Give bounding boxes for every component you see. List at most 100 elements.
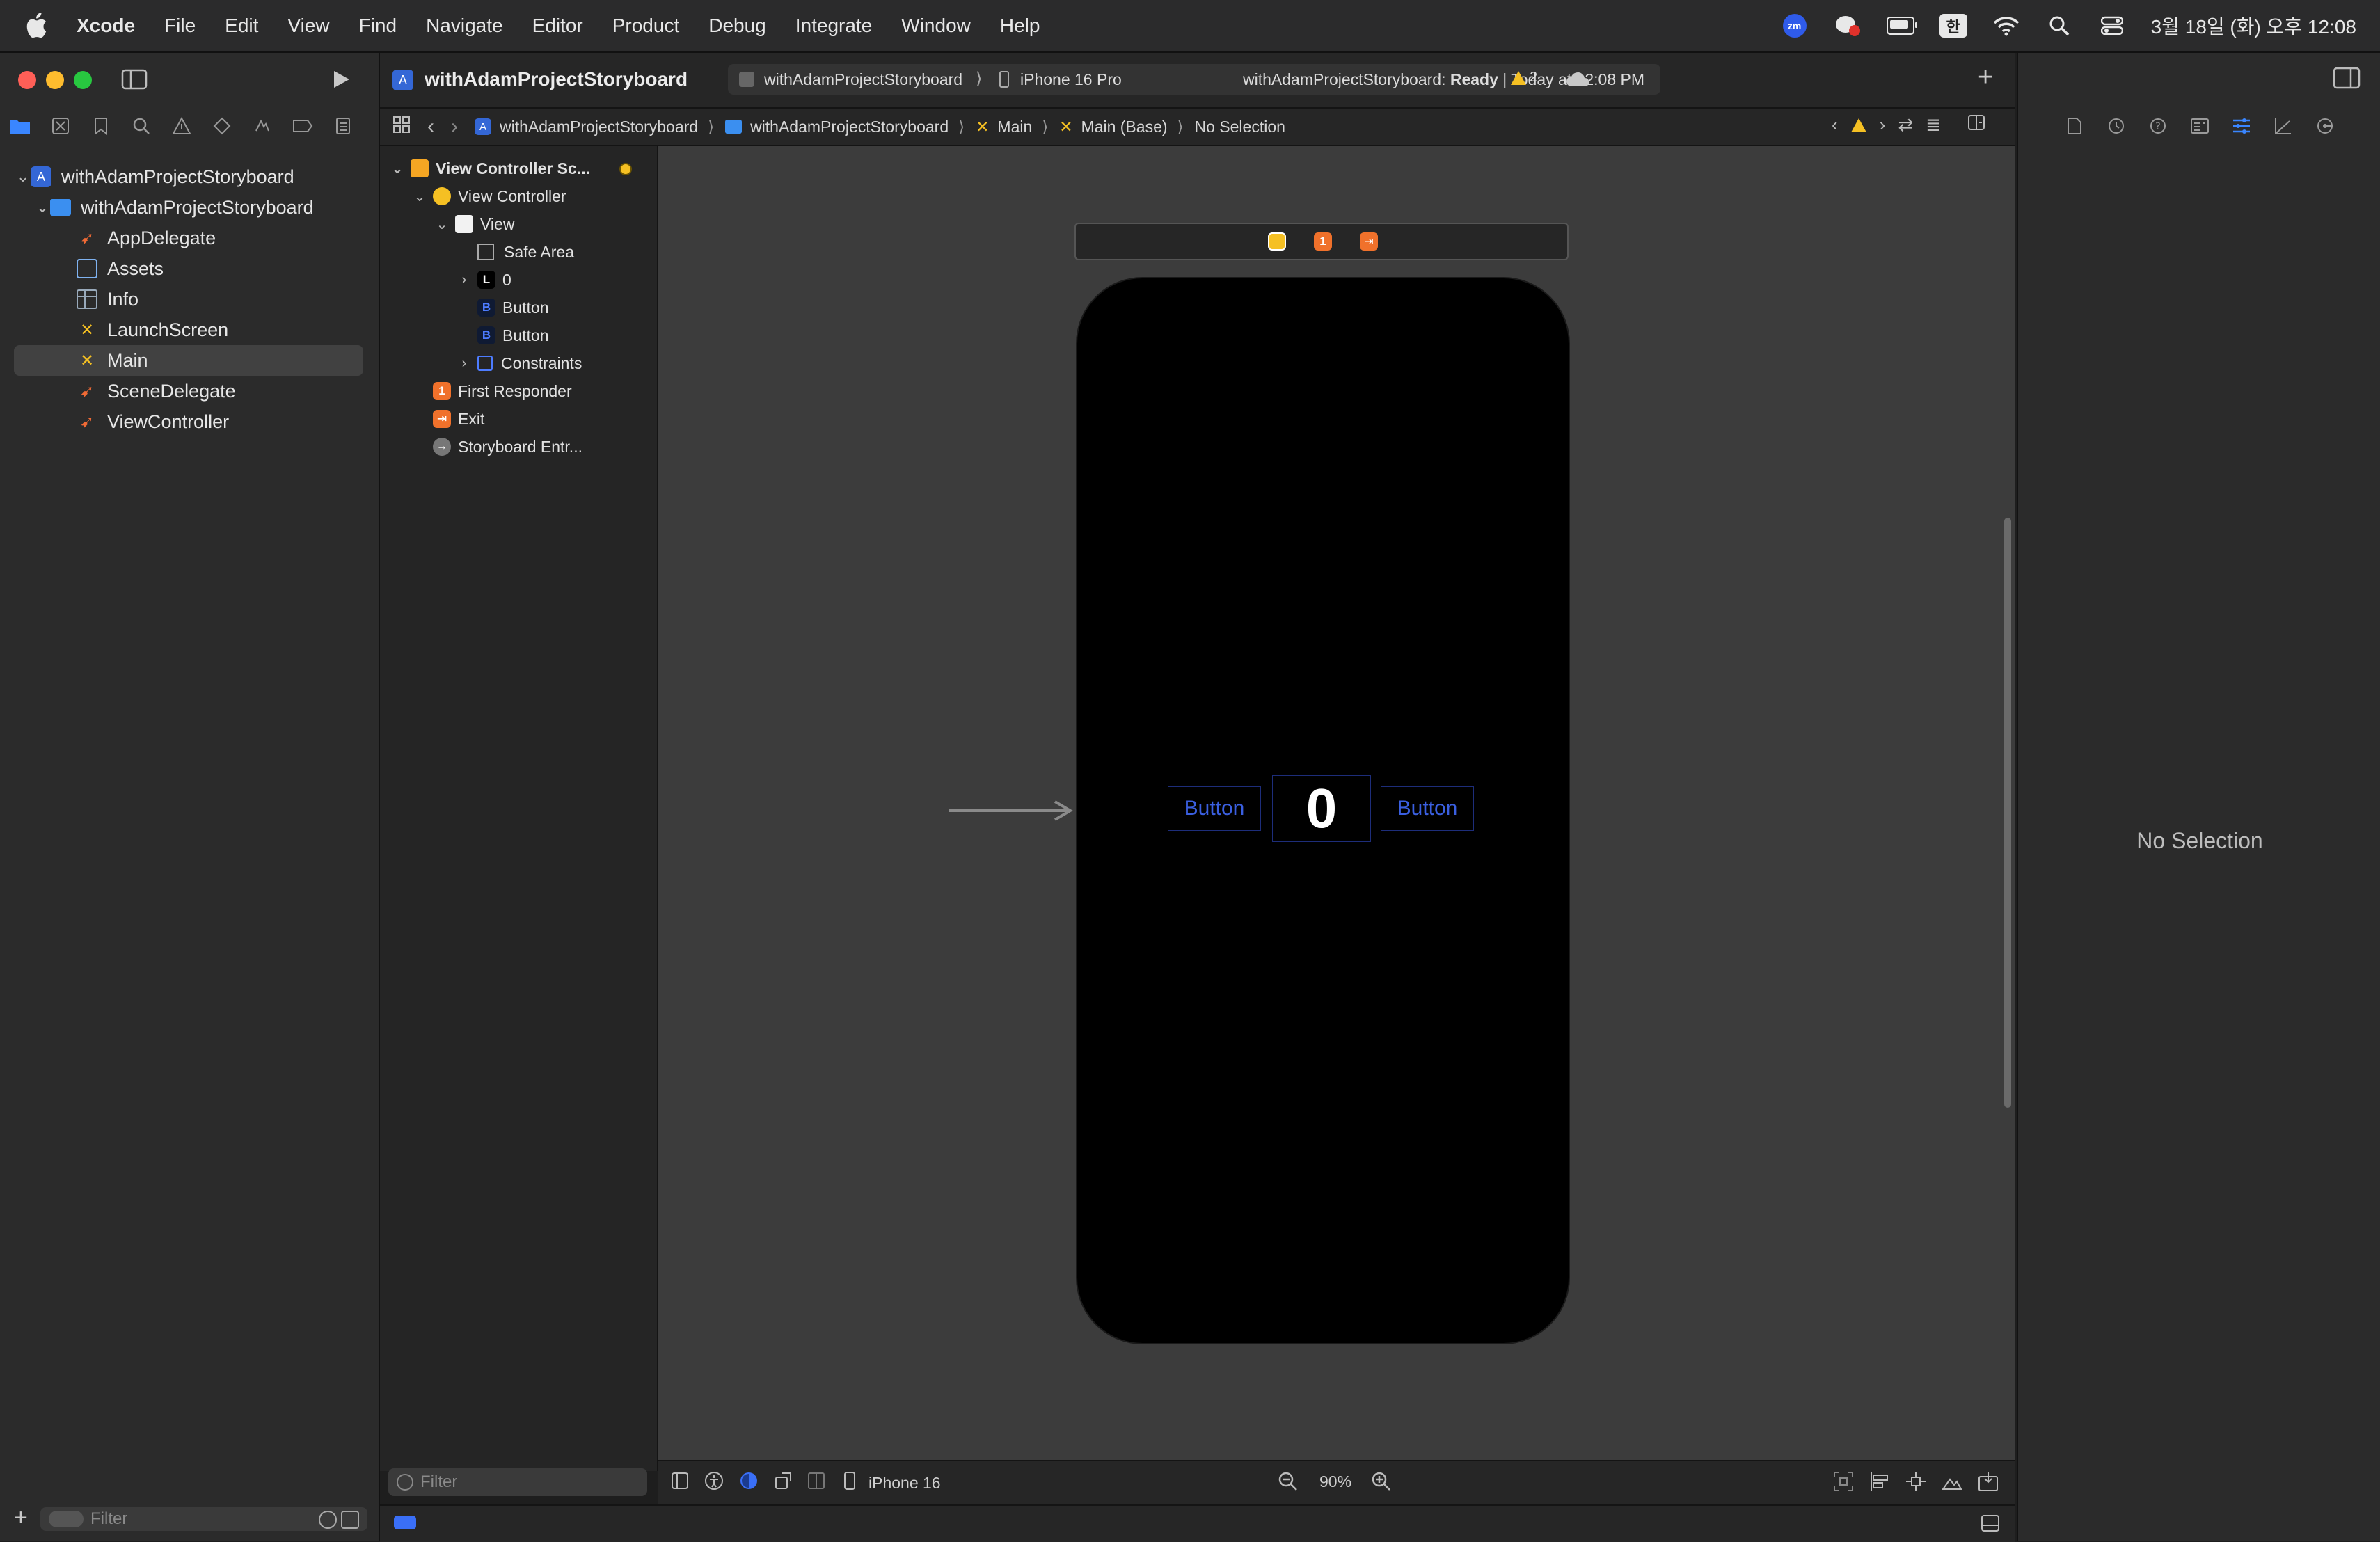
outline-row-scene[interactable]: ⌄ View Controller Sc... bbox=[390, 154, 647, 182]
app-menu-xcode[interactable]: Xcode bbox=[77, 15, 135, 37]
device-icon[interactable] bbox=[843, 1471, 856, 1495]
battery-icon[interactable] bbox=[1886, 14, 1917, 38]
outline-row-storyboard-entry[interactable]: → Storyboard Entr... bbox=[412, 433, 582, 461]
report-tab-icon[interactable] bbox=[323, 112, 363, 140]
align-icon[interactable] bbox=[1869, 1471, 1890, 1496]
file-inspector-icon[interactable] bbox=[2061, 112, 2088, 140]
view-controller-dock-icon[interactable] bbox=[1268, 232, 1286, 251]
forward-icon[interactable]: › bbox=[451, 115, 458, 138]
first-responder-dock-icon[interactable]: 1 bbox=[1314, 232, 1332, 251]
menu-view[interactable]: View bbox=[287, 15, 329, 37]
debug-area-toggle-icon[interactable] bbox=[1981, 1514, 2000, 1536]
chevron-down-icon[interactable]: ⌄ bbox=[15, 168, 31, 186]
source-control-tab-icon[interactable] bbox=[40, 112, 81, 140]
spotlight-search-icon[interactable] bbox=[2045, 14, 2073, 38]
chevron-right-icon[interactable]: › bbox=[457, 356, 472, 372]
activity-indicator[interactable] bbox=[394, 1516, 416, 1529]
navigator-toggle-icon[interactable] bbox=[120, 67, 149, 92]
zoom-level[interactable]: 90% bbox=[1319, 1472, 1351, 1491]
back-icon[interactable]: ‹ bbox=[427, 115, 434, 138]
apple-menu-icon[interactable] bbox=[25, 13, 49, 39]
filter-options-icon[interactable] bbox=[49, 1511, 84, 1527]
destination-name[interactable]: iPhone 16 Pro bbox=[1020, 70, 1122, 89]
initial-view-controller-arrow[interactable] bbox=[949, 800, 1074, 825]
tree-row-folder[interactable]: ⌄ withAdamProjectStoryboard bbox=[35, 192, 369, 223]
menu-help[interactable]: Help bbox=[1000, 15, 1040, 37]
tree-row-main[interactable]: ✕ Main bbox=[14, 345, 363, 376]
outline-row-constraints[interactable]: › Constraints bbox=[457, 349, 582, 377]
breakpoint-tab-icon[interactable] bbox=[283, 112, 323, 140]
outline-filter-input[interactable]: Filter bbox=[388, 1468, 647, 1496]
test-tab-icon[interactable] bbox=[202, 112, 242, 140]
next-issue-icon[interactable]: › bbox=[1880, 114, 1886, 136]
refresh-icon[interactable]: ⇄ bbox=[1898, 114, 1913, 136]
chat-icon[interactable] bbox=[1834, 14, 1862, 38]
previous-issue-icon[interactable]: ‹ bbox=[1832, 114, 1838, 136]
debug-tab-icon[interactable] bbox=[242, 112, 283, 140]
cloud-sync-icon[interactable] bbox=[1566, 71, 1591, 91]
outline-row-safe-area[interactable]: Safe Area bbox=[477, 238, 574, 266]
find-tab-icon[interactable] bbox=[121, 112, 161, 140]
outline-row-exit[interactable]: ⇥ Exit bbox=[412, 405, 484, 433]
decrement-button[interactable]: Button bbox=[1168, 786, 1261, 831]
resolve-issues-icon[interactable] bbox=[1942, 1471, 1962, 1496]
zoom-window-button[interactable] bbox=[74, 71, 92, 89]
tree-row-scenedelegate[interactable]: ➹ SceneDelegate bbox=[77, 376, 236, 406]
menu-editor[interactable]: Editor bbox=[532, 15, 583, 37]
tree-row-launchscreen[interactable]: ✕ LaunchScreen bbox=[77, 315, 228, 345]
tree-row-project[interactable]: ⌄ A withAdamProjectStoryboard bbox=[15, 161, 363, 192]
add-editor-icon[interactable] bbox=[1967, 114, 1985, 136]
add-constraints-icon[interactable] bbox=[1905, 1471, 1926, 1496]
zoom-out-icon[interactable] bbox=[1278, 1471, 1299, 1496]
scheme-destination-selector[interactable]: withAdamProjectStoryboard ⟩ iPhone 16 Pr… bbox=[728, 64, 1660, 95]
outline-toggle-icon[interactable] bbox=[671, 1472, 689, 1494]
scm-filter-icon[interactable] bbox=[341, 1511, 359, 1529]
tree-row-appdelegate[interactable]: ➹ AppDelegate bbox=[77, 223, 216, 253]
editor-lines-icon[interactable]: ≣ bbox=[1926, 114, 1941, 136]
tree-row-info[interactable]: Info bbox=[77, 284, 138, 315]
outline-row-first-responder[interactable]: 1 First Responder bbox=[412, 377, 572, 405]
menu-debug[interactable]: Debug bbox=[708, 15, 766, 37]
breadcrumb-folder[interactable]: withAdamProjectStoryboard ⟩ bbox=[725, 118, 965, 136]
menubar-clock[interactable]: 3월 18일 (화) 오후 12:08 bbox=[2151, 12, 2356, 40]
project-title[interactable]: withAdamProjectStoryboard bbox=[425, 68, 688, 90]
zoom-icon[interactable]: zm bbox=[1781, 14, 1809, 38]
add-file-icon[interactable]: + bbox=[14, 1504, 28, 1532]
update-frames-icon[interactable] bbox=[1833, 1471, 1854, 1496]
history-inspector-icon[interactable] bbox=[2102, 112, 2130, 140]
exit-dock-icon[interactable]: ⇥ bbox=[1360, 232, 1378, 251]
identity-inspector-icon[interactable] bbox=[2186, 112, 2214, 140]
menu-find[interactable]: Find bbox=[359, 15, 397, 37]
input-method-icon[interactable]: 한 bbox=[1939, 14, 1967, 38]
chevron-down-icon[interactable]: ⌄ bbox=[35, 198, 50, 216]
embed-in-icon[interactable] bbox=[1978, 1471, 1999, 1496]
wifi-icon[interactable] bbox=[1992, 14, 2020, 38]
chevron-down-icon[interactable]: ⌄ bbox=[412, 188, 427, 205]
outline-row-button[interactable]: B Button bbox=[477, 294, 549, 321]
accessibility-icon[interactable] bbox=[704, 1471, 724, 1495]
minimize-window-button[interactable] bbox=[46, 71, 64, 89]
bookmark-tab-icon[interactable] bbox=[81, 112, 121, 140]
control-center-icon[interactable] bbox=[2098, 14, 2126, 38]
appearance-icon[interactable] bbox=[739, 1471, 759, 1495]
menu-file[interactable]: File bbox=[164, 15, 196, 37]
run-icon[interactable] bbox=[327, 67, 355, 92]
breadcrumb-main-base[interactable]: ✕ Main (Base) ⟩ bbox=[1059, 118, 1183, 136]
device-selector[interactable]: iPhone 16 bbox=[868, 1474, 941, 1493]
tree-row-assets[interactable]: Assets bbox=[77, 253, 164, 284]
menu-edit[interactable]: Edit bbox=[225, 15, 258, 37]
inspector-toggle-icon[interactable] bbox=[2333, 67, 2361, 93]
warning-indicator[interactable]: 2 bbox=[1510, 70, 1537, 86]
tree-row-viewcontroller[interactable]: ➹ ViewController bbox=[77, 406, 229, 437]
orientation-icon[interactable] bbox=[774, 1472, 792, 1494]
scene-dock[interactable]: 1 ⇥ bbox=[1074, 223, 1569, 260]
menu-integrate[interactable]: Integrate bbox=[795, 15, 873, 37]
chevron-right-icon[interactable]: › bbox=[457, 272, 472, 288]
close-window-button[interactable] bbox=[18, 71, 36, 89]
increment-button[interactable]: Button bbox=[1381, 786, 1474, 831]
count-label[interactable]: 0 bbox=[1272, 775, 1371, 842]
canvas-scrollbar[interactable] bbox=[2004, 518, 2011, 1108]
breadcrumb-project[interactable]: A withAdamProjectStoryboard ⟩ bbox=[475, 118, 714, 136]
menu-navigate[interactable]: Navigate bbox=[426, 15, 503, 37]
add-tab-icon[interactable]: + bbox=[1978, 63, 1993, 93]
